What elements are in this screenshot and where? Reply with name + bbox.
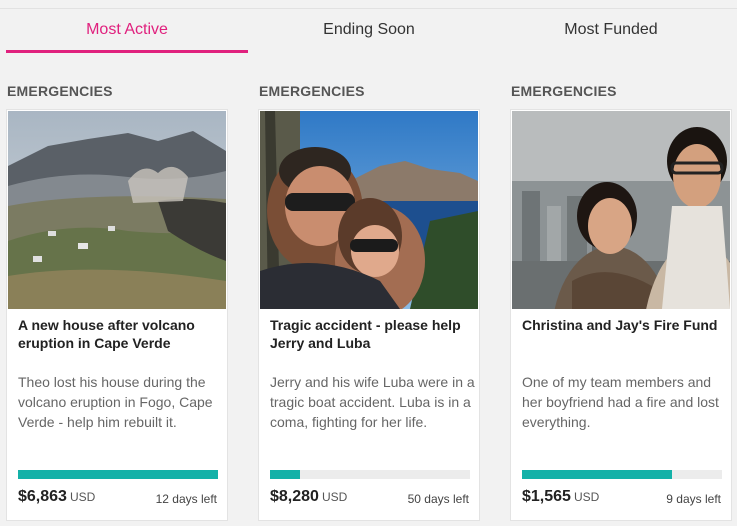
time-left: 12 days left — [155, 492, 217, 506]
amount-value: $6,863 — [18, 488, 67, 505]
progress-fill — [18, 470, 218, 479]
campaign-column: EMERGENCIES Christina and Jay's Fire Fun… — [510, 80, 732, 521]
tab-most-active[interactable]: Most Active — [6, 9, 248, 53]
campaign-description: Jerry and his wife Luba were in a tragic… — [270, 374, 475, 430]
amount-raised: $6,863 USD — [18, 488, 95, 506]
campaign-card[interactable]: Christina and Jay's Fire Fund One of my … — [510, 109, 732, 521]
category-label[interactable]: EMERGENCIES — [511, 80, 732, 102]
campaign-title[interactable]: A new house after volcano eruption in Ca… — [18, 316, 223, 352]
amount-value: $8,280 — [270, 488, 319, 505]
campaign-description: Theo lost his house during the volcano e… — [18, 374, 213, 430]
amount-value: $1,565 — [522, 488, 571, 505]
amount-raised: $8,280 USD — [270, 488, 347, 506]
currency-label: USD — [573, 490, 600, 504]
campaign-title[interactable]: Christina and Jay's Fire Fund — [522, 316, 727, 334]
progress-fill — [270, 470, 300, 479]
category-label[interactable]: EMERGENCIES — [259, 80, 480, 102]
category-label[interactable]: EMERGENCIES — [7, 80, 228, 102]
campaign-card[interactable]: Tragic accident - please help Jerry and … — [258, 109, 480, 521]
time-left: 9 days left — [666, 492, 721, 506]
amount-raised: $1,565 USD — [522, 488, 599, 506]
tab-label: Ending Soon — [323, 21, 415, 38]
active-tab-underline — [6, 50, 248, 53]
campaign-column: EMERGENCIES — [6, 80, 228, 521]
tab-label: Most Active — [86, 21, 168, 38]
campaign-photo[interactable] — [260, 111, 478, 309]
progress-bar — [522, 470, 722, 479]
time-left: 50 days left — [407, 492, 469, 506]
campaign-photo[interactable] — [512, 111, 730, 309]
campaign-card[interactable]: A new house after volcano eruption in Ca… — [6, 109, 228, 521]
campaign-photo[interactable] — [8, 111, 226, 309]
progress-bar — [270, 470, 470, 479]
tab-ending-soon[interactable]: Ending Soon — [248, 9, 490, 53]
campaign-title[interactable]: Tragic accident - please help Jerry and … — [270, 316, 475, 352]
tab-label: Most Funded — [564, 21, 658, 38]
tab-bar: Most Active Ending Soon Most Funded — [0, 9, 737, 53]
campaign-description: One of my team members and her boyfriend… — [522, 374, 719, 430]
currency-label: USD — [69, 490, 96, 504]
tab-most-funded[interactable]: Most Funded — [490, 9, 732, 53]
progress-bar — [18, 470, 218, 479]
currency-label: USD — [321, 490, 348, 504]
campaign-column: EMERGENCIES — [258, 80, 480, 521]
progress-fill — [522, 470, 672, 479]
